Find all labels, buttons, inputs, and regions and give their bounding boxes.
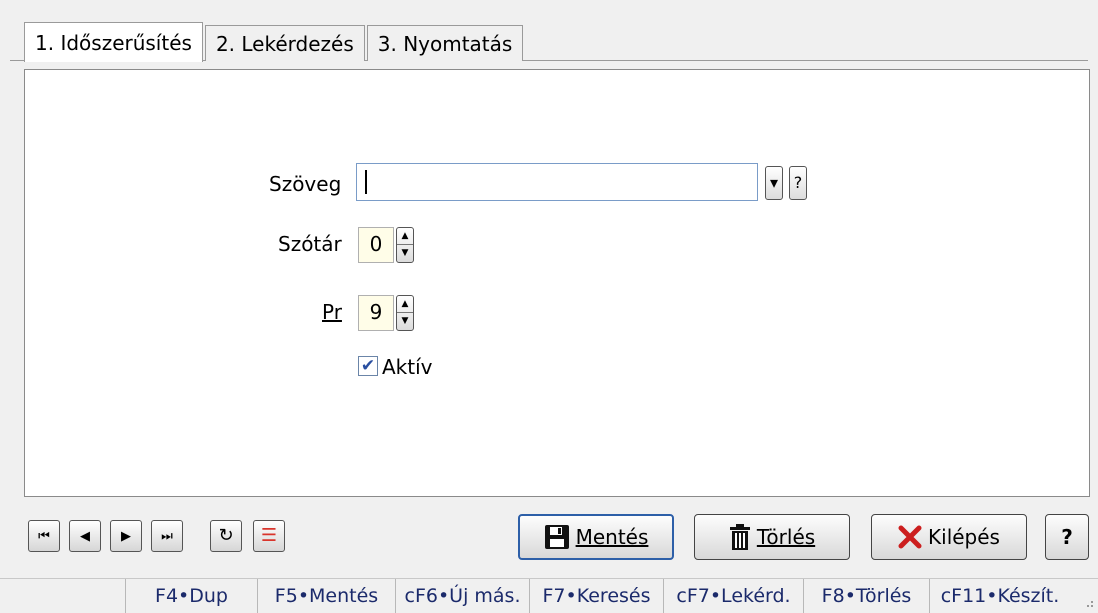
prev-record-button[interactable]: ◀ (69, 520, 101, 552)
aktiv-checkbox[interactable]: ✔ (358, 356, 378, 376)
tab-idoszerusites[interactable]: 1. Időszerűsítés (24, 22, 203, 62)
shortcut-cf6[interactable]: cF6•Új más. (396, 578, 530, 613)
exit-button[interactable]: Kilépés (871, 514, 1027, 560)
skip-last-icon: ⏭ (161, 528, 173, 544)
szotar-label: Szótár (278, 232, 342, 256)
shortcut-cf7[interactable]: cF7•Lekérd. (664, 578, 804, 613)
tab-strip: 1. Időszerűsítés 2. Lekérdezés 3. Nyomta… (24, 21, 525, 62)
szoveg-label: Szöveg (269, 172, 342, 196)
question-icon: ? (793, 173, 803, 192)
szoveg-input[interactable] (356, 163, 758, 201)
next-icon: ▶ (121, 528, 131, 544)
szotar-spinner[interactable]: ▲ ▼ (396, 227, 414, 263)
field-help-button[interactable]: ? (789, 166, 807, 200)
first-record-button[interactable]: ⏮ (28, 520, 60, 552)
skip-first-icon: ⏮ (38, 528, 50, 544)
tab-lekerdezes[interactable]: 2. Lekérdezés (204, 25, 365, 61)
shortcut-f8[interactable]: F8•Törlés (804, 578, 930, 613)
form-panel (24, 69, 1090, 497)
exit-label: Kilépés (928, 525, 1000, 549)
prev-icon: ◀ (80, 528, 90, 544)
chevron-down-icon: ▾ (769, 173, 779, 192)
refresh-button[interactable]: ↻ (210, 520, 242, 552)
spin-down-icon[interactable]: ▼ (397, 313, 413, 330)
save-button[interactable]: Mentés (518, 514, 674, 560)
shortcut-f7[interactable]: F7•Keresés (530, 578, 664, 613)
delete-label: Törlés (756, 525, 816, 549)
floppy-disk-icon (544, 525, 569, 549)
aktiv-label[interactable]: Aktív (382, 355, 433, 379)
tab-nyomtatas[interactable]: 3. Nyomtatás (366, 25, 524, 61)
trash-icon (729, 524, 750, 550)
status-bar: F4•Dup F5•Mentés cF6•Új más. F7•Keresés … (0, 578, 1098, 613)
last-record-button[interactable]: ⏭ (151, 520, 183, 552)
shortcut-cf11[interactable]: cF11•Készít. (930, 579, 1070, 613)
pr-spinner[interactable]: ▲ ▼ (396, 295, 414, 331)
pr-label: Pr (322, 300, 342, 324)
help-icon: ? (1061, 525, 1073, 549)
status-spacer (0, 578, 126, 613)
delete-button[interactable]: Törlés (694, 514, 850, 560)
spin-up-icon[interactable]: ▲ (397, 296, 413, 313)
refresh-icon: ↻ (218, 525, 234, 546)
save-label: Mentés (575, 525, 649, 549)
help-button[interactable]: ? (1045, 514, 1089, 560)
resize-grip-icon[interactable] (1082, 596, 1094, 608)
text-caret (365, 170, 367, 194)
pr-field[interactable]: 9 (358, 295, 394, 331)
list-icon: ☰ (260, 525, 278, 546)
spin-up-icon[interactable]: ▲ (397, 228, 413, 245)
spin-down-icon[interactable]: ▼ (397, 245, 413, 262)
shortcut-f5[interactable]: F5•Mentés (258, 578, 396, 613)
next-record-button[interactable]: ▶ (110, 520, 142, 552)
dropdown-button[interactable]: ▾ (765, 166, 783, 200)
checkmark-icon: ✔ (360, 356, 376, 376)
close-x-icon (898, 525, 922, 549)
shortcut-f4[interactable]: F4•Dup (126, 578, 258, 613)
list-button[interactable]: ☰ (253, 520, 285, 552)
szotar-field[interactable]: 0 (358, 227, 394, 263)
